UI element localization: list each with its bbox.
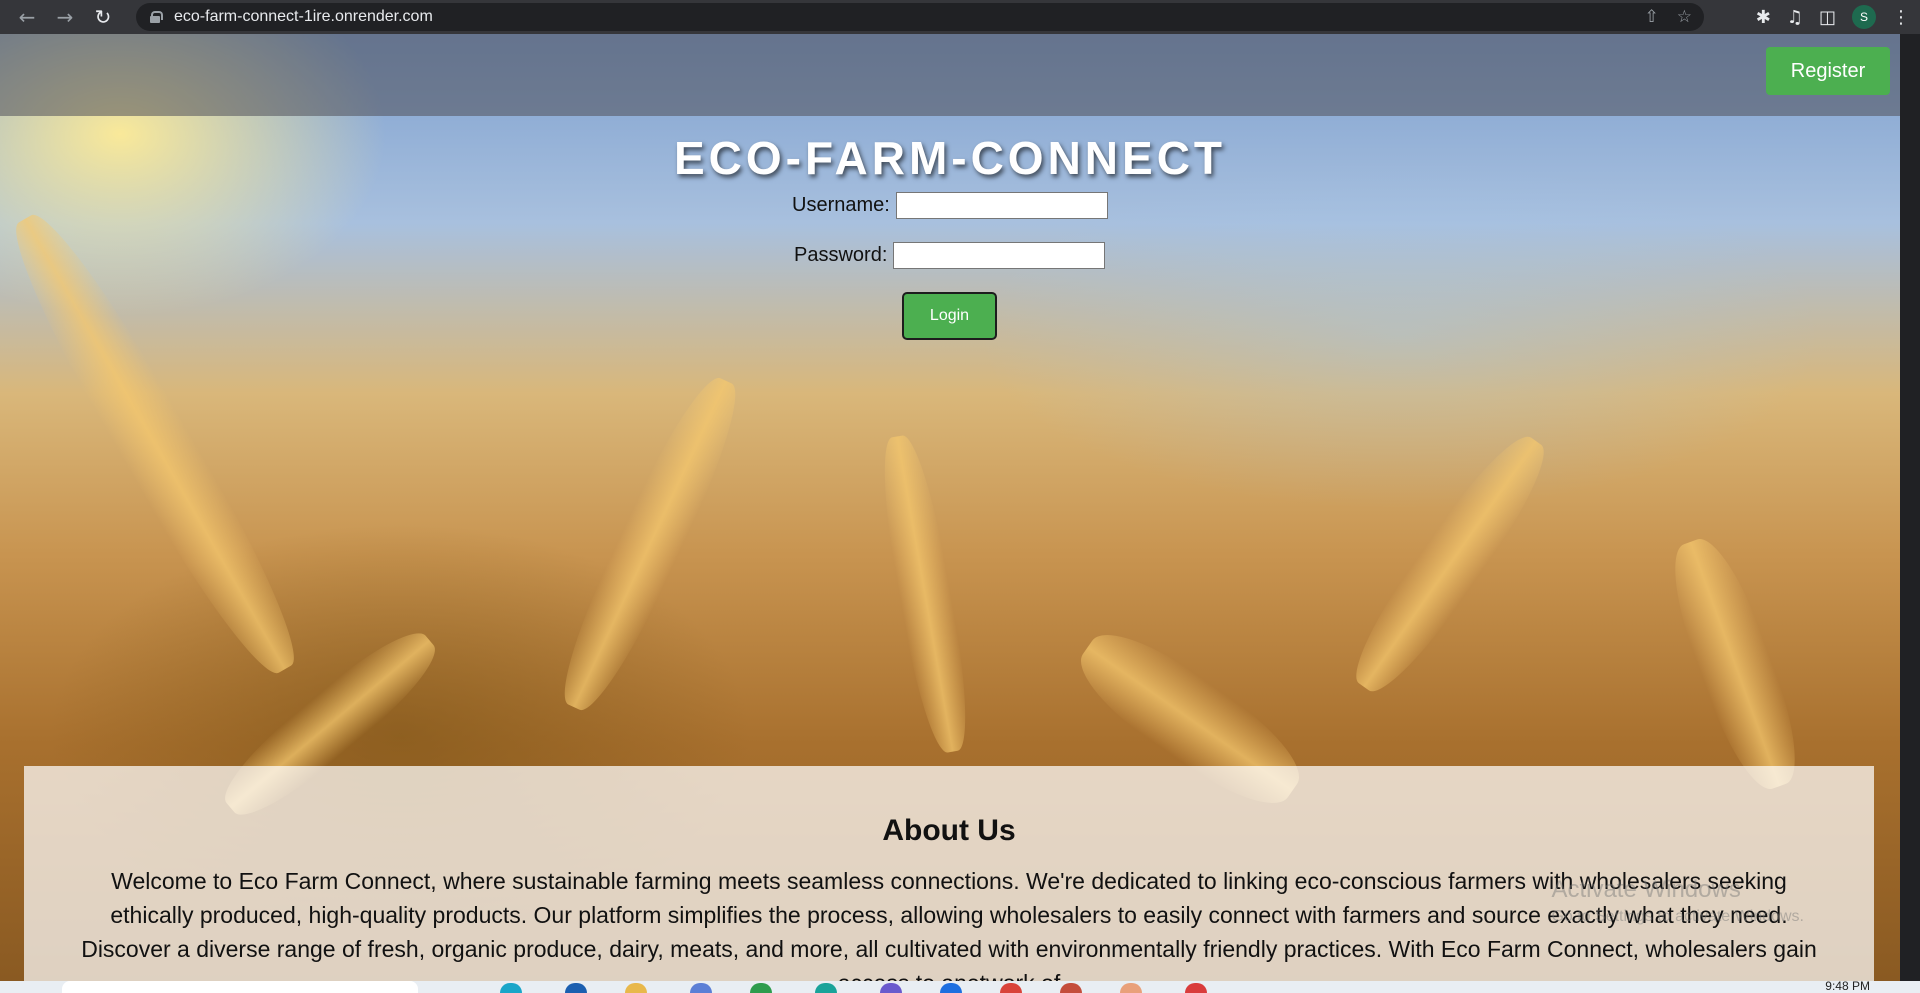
- taskbar-app-icon[interactable]: [500, 983, 522, 993]
- extensions-icon[interactable]: ✱: [1756, 7, 1771, 28]
- taskbar-search[interactable]: [62, 981, 418, 993]
- wheat-decoration: [872, 432, 978, 756]
- activate-windows-watermark: Activate Windows Go to Settings to activ…: [1551, 876, 1804, 926]
- activate-title: Activate Windows: [1551, 876, 1741, 903]
- username-input[interactable]: [895, 192, 1108, 219]
- password-label: Password:: [794, 244, 888, 266]
- menu-icon[interactable]: ⋮: [1892, 7, 1910, 28]
- taskbar-app-icon[interactable]: [750, 983, 772, 993]
- wheat-decoration: [546, 368, 754, 720]
- wheat-decoration: [1657, 529, 1813, 799]
- taskbar-app-icon[interactable]: [1060, 983, 1082, 993]
- page-title: ECO-FARM-CONNECT: [673, 132, 1227, 184]
- page-viewport: Register ECO-FARM-CONNECT Username: Pass…: [0, 34, 1900, 981]
- taskbar-app-icon[interactable]: [880, 983, 902, 993]
- url-text[interactable]: eco-farm-connect-1ire.onrender.com: [174, 8, 433, 26]
- site-header: Register: [0, 34, 1900, 116]
- taskbar-app-icon[interactable]: [1000, 983, 1022, 993]
- address-bar[interactable]: eco-farm-connect-1ire.onrender.com ⇧ ☆: [136, 3, 1704, 31]
- username-row: Username:: [792, 192, 1108, 219]
- lock-icon[interactable]: [150, 11, 163, 23]
- taskbar-app-icon[interactable]: [565, 983, 587, 993]
- taskbar-app-icon[interactable]: [1120, 983, 1142, 993]
- os-taskbar: 9:48 PM: [0, 981, 1920, 993]
- wheat-decoration: [0, 201, 316, 687]
- share-icon[interactable]: ⇧: [1645, 7, 1659, 27]
- password-row: Password:: [794, 242, 1106, 269]
- login-button[interactable]: Login: [902, 292, 997, 340]
- profile-avatar[interactable]: S: [1852, 5, 1876, 29]
- taskbar-app-icon[interactable]: [690, 983, 712, 993]
- register-button[interactable]: Register: [1766, 47, 1890, 95]
- browser-toolbar: ← → ↻ eco-farm-connect-1ire.onrender.com…: [0, 0, 1920, 34]
- taskbar-app-icon[interactable]: [1185, 983, 1207, 993]
- reload-icon[interactable]: ↻: [88, 2, 118, 32]
- wheat-decoration: [1339, 423, 1561, 705]
- about-heading: About Us: [882, 814, 1016, 847]
- back-icon[interactable]: ←: [12, 2, 42, 32]
- taskbar-app-icon[interactable]: [815, 983, 837, 993]
- taskbar-clock[interactable]: 9:48 PM: [1825, 981, 1870, 993]
- activate-subtitle: Go to Settings to activate Windows.: [1551, 908, 1804, 925]
- username-label: Username:: [792, 194, 890, 216]
- about-section: About Us Welcome to Eco Farm Connect, wh…: [24, 766, 1874, 981]
- taskbar-app-icon[interactable]: [940, 983, 962, 993]
- password-input[interactable]: [893, 242, 1106, 269]
- taskbar-app-icon[interactable]: [625, 983, 647, 993]
- forward-icon[interactable]: →: [50, 2, 80, 32]
- media-icon[interactable]: ♫: [1787, 7, 1803, 28]
- star-icon[interactable]: ☆: [1677, 7, 1692, 27]
- side-panel-icon[interactable]: ◫: [1819, 7, 1836, 28]
